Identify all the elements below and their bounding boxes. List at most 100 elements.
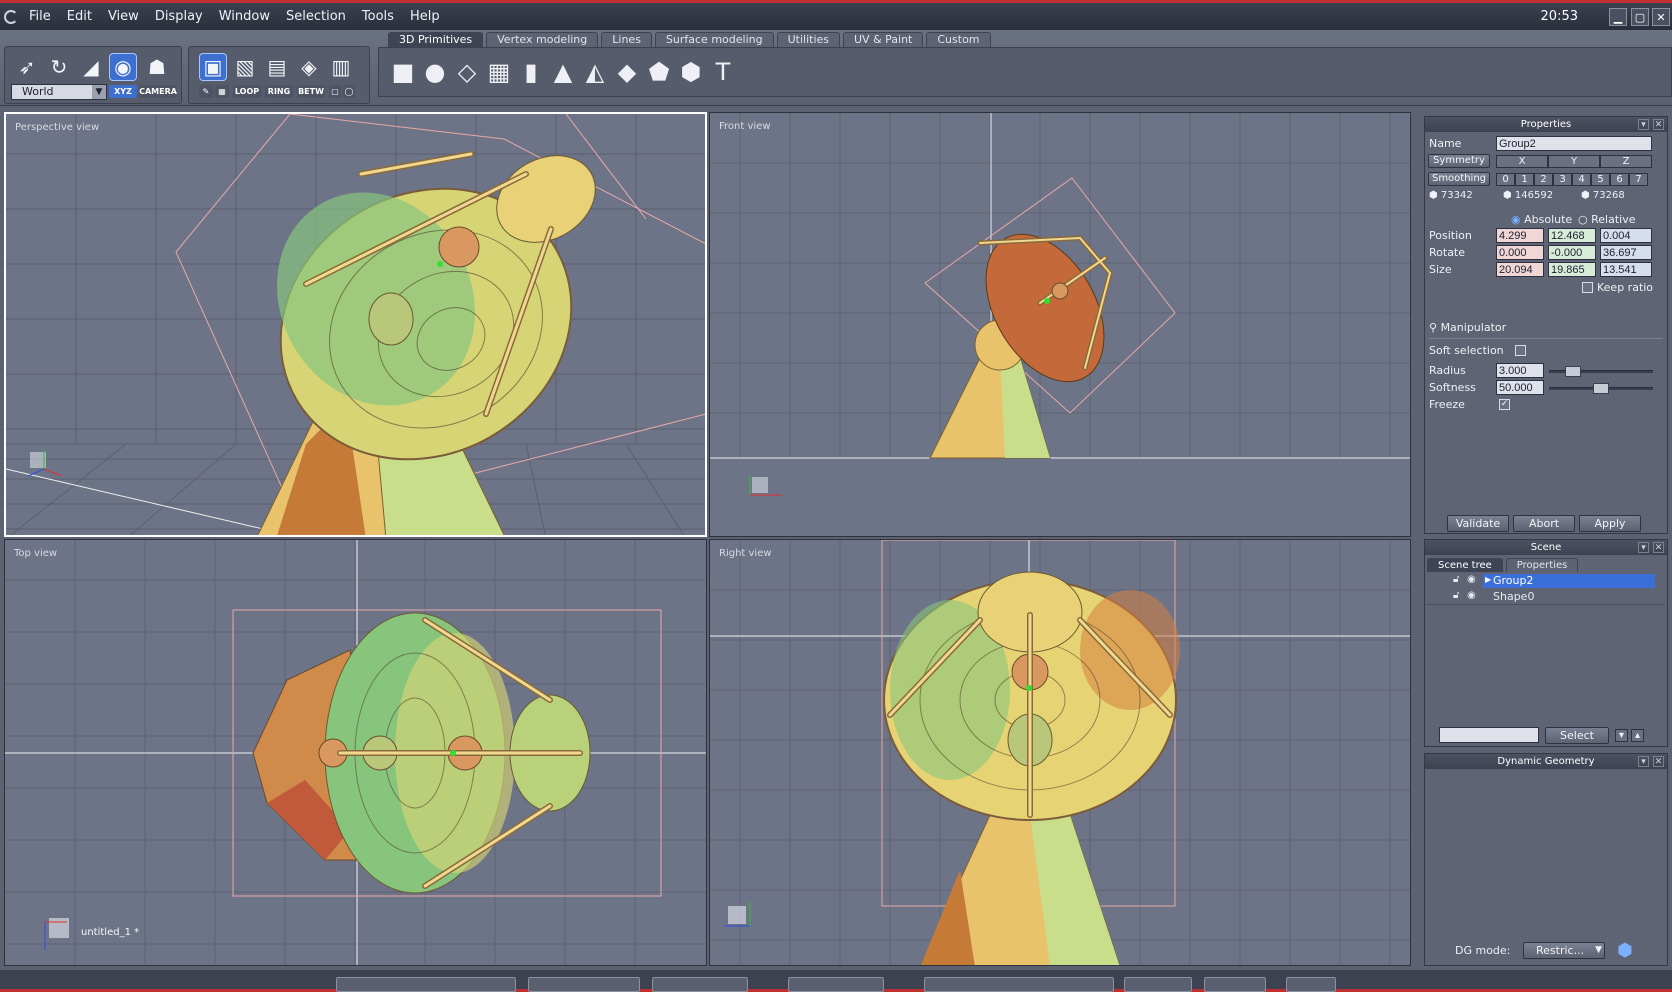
rotate-tool-icon[interactable]: ↻ xyxy=(45,53,73,81)
softness-field[interactable] xyxy=(1496,380,1544,395)
object-select-icon[interactable]: ▣ xyxy=(199,53,227,81)
ring-select-button[interactable]: RING xyxy=(265,85,293,98)
menu-help[interactable]: Help xyxy=(405,9,445,24)
collapse-icon[interactable]: ▾ xyxy=(1638,542,1649,553)
dg-mode-select[interactable]: Restric... ▼ xyxy=(1523,942,1605,959)
close-icon[interactable]: ✕ xyxy=(1653,542,1664,553)
smoothing-level-0[interactable]: 0 xyxy=(1496,173,1515,186)
select-arrow-icon[interactable]: ➶ xyxy=(13,53,41,81)
eye-icon[interactable]: ◉ xyxy=(1467,590,1476,601)
scene-search-input[interactable] xyxy=(1439,727,1539,743)
size-z-field[interactable] xyxy=(1600,262,1652,277)
symmetry-z-toggle[interactable]: Z xyxy=(1600,155,1652,168)
scroll-down-icon[interactable]: ▾ xyxy=(1615,729,1628,742)
smoothing-level-1[interactable]: 1 xyxy=(1515,173,1534,186)
geosphere-icon[interactable]: ⬢ xyxy=(677,58,705,86)
soft-selection-tool-icon[interactable]: ☗ xyxy=(143,53,171,81)
validate-button[interactable]: Validate xyxy=(1447,515,1509,532)
display-mode-buttons[interactable] xyxy=(528,977,640,992)
symmetry-x-toggle[interactable]: X xyxy=(1496,155,1548,168)
edge-select-icon[interactable]: ▤ xyxy=(263,53,291,81)
symmetry-button[interactable]: Symmetry xyxy=(1428,154,1490,168)
tab-vertex-modeling[interactable]: Vertex modeling xyxy=(486,32,599,47)
loop-select-button[interactable]: LOOP xyxy=(233,85,261,98)
sphere-icon[interactable]: ● xyxy=(421,58,449,86)
dg-cube-icon[interactable]: ⬢ xyxy=(1617,940,1633,961)
menu-edit[interactable]: Edit xyxy=(62,9,97,24)
snap-buttons[interactable] xyxy=(652,977,748,992)
smoothing-level-7[interactable]: 7 xyxy=(1629,173,1648,186)
freeze-checkbox[interactable]: ✓ xyxy=(1499,399,1510,410)
cube-icon[interactable]: ■ xyxy=(389,58,417,86)
face-select-icon[interactable]: ▧ xyxy=(231,53,259,81)
top-viewport[interactable]: Top view untitled_1 * xyxy=(4,539,707,966)
radius-slider-knob[interactable] xyxy=(1565,366,1581,377)
menu-display[interactable]: Display xyxy=(150,9,208,24)
scene-item-group2[interactable]: 🔓︎ ◉ Group2 ▶ xyxy=(1427,573,1665,589)
scene-item-shape0[interactable]: 🔓︎ ◉ Shape0 xyxy=(1427,589,1665,605)
dodecahedron-icon[interactable]: ⬟ xyxy=(645,58,673,86)
eye-icon[interactable]: ◉ xyxy=(1467,574,1476,585)
material-buttons[interactable] xyxy=(1204,977,1266,992)
rect-select-icon[interactable]: ▢ xyxy=(329,85,341,98)
softness-slider[interactable] xyxy=(1549,383,1653,394)
keep-ratio-checkbox[interactable] xyxy=(1582,282,1593,293)
soft-selection-checkbox[interactable] xyxy=(1515,345,1526,356)
coord-space-select[interactable]: World ▼ xyxy=(11,84,107,100)
position-y-field[interactable] xyxy=(1548,228,1596,243)
cone-icon[interactable]: ▲ xyxy=(549,58,577,86)
universal-manipulator-icon[interactable]: ◉ xyxy=(109,53,137,81)
menu-window[interactable]: Window xyxy=(214,9,275,24)
symmetry-y-toggle[interactable]: Y xyxy=(1548,155,1600,168)
radius-field[interactable] xyxy=(1496,363,1544,378)
tab-uv-paint[interactable]: UV & Paint xyxy=(843,32,924,47)
grid-plane-icon[interactable]: ▦ xyxy=(485,58,513,86)
apply-button[interactable]: Apply xyxy=(1579,515,1641,532)
absolute-radio[interactable]: ◉ Absolute xyxy=(1511,213,1572,226)
menu-selection[interactable]: Selection xyxy=(281,9,351,24)
tab-utilities[interactable]: Utilities xyxy=(776,32,840,47)
brush-select-icon[interactable]: ▦ xyxy=(215,85,229,98)
softness-slider-knob[interactable] xyxy=(1593,383,1609,394)
rotate-z-field[interactable] xyxy=(1600,245,1652,260)
between-select-button[interactable]: BETW xyxy=(297,85,325,98)
lock-icon[interactable]: 🔓︎ xyxy=(1453,590,1459,601)
rotate-x-field[interactable] xyxy=(1496,245,1544,260)
text-icon[interactable]: T xyxy=(709,58,737,86)
view-layout-buttons[interactable] xyxy=(336,977,516,992)
right-viewport[interactable]: Right view xyxy=(709,539,1411,966)
abort-button[interactable]: Abort xyxy=(1513,515,1575,532)
smoothing-level-3[interactable]: 3 xyxy=(1553,173,1572,186)
vertex-select-icon[interactable]: ◈ xyxy=(295,53,323,81)
tab-scene-tree[interactable]: Scene tree xyxy=(1427,558,1503,572)
smoothing-level-2[interactable]: 2 xyxy=(1534,173,1553,186)
xyz-toggle[interactable]: XYZ xyxy=(109,85,137,98)
menu-view[interactable]: View xyxy=(103,9,144,24)
minimize-icon[interactable]: ▁ xyxy=(1609,8,1627,26)
lasso-select-icon[interactable]: ◯ xyxy=(343,85,355,98)
pen-select-icon[interactable]: ✎ xyxy=(199,85,213,98)
close-icon[interactable]: ✕ xyxy=(1653,119,1664,130)
scale-tool-icon[interactable]: ◢ xyxy=(77,53,105,81)
plane-icon[interactable]: ◇ xyxy=(453,58,481,86)
menu-tools[interactable]: Tools xyxy=(357,9,399,24)
render-mode-buttons[interactable] xyxy=(924,977,1114,992)
maximize-icon[interactable]: ▢ xyxy=(1631,8,1649,26)
smoothing-level-6[interactable]: 6 xyxy=(1610,173,1629,186)
radius-slider[interactable] xyxy=(1549,366,1653,377)
relative-radio[interactable]: ○ Relative xyxy=(1578,213,1635,226)
lighting-buttons[interactable] xyxy=(1124,977,1192,992)
tab-custom[interactable]: Custom xyxy=(926,32,991,47)
perspective-viewport[interactable]: Perspective view xyxy=(4,112,707,537)
size-x-field[interactable] xyxy=(1496,262,1544,277)
position-x-field[interactable] xyxy=(1496,228,1544,243)
misc-buttons[interactable] xyxy=(1286,977,1336,992)
smoothing-level-5[interactable]: 5 xyxy=(1591,173,1610,186)
tab-scene-properties[interactable]: Properties xyxy=(1505,558,1579,572)
shape-select-icon[interactable]: ▥ xyxy=(327,53,355,81)
camera-toggle[interactable]: CAMERA xyxy=(139,85,177,98)
name-field[interactable] xyxy=(1496,136,1652,151)
close-icon[interactable]: ✕ xyxy=(1653,756,1664,767)
lock-icon[interactable]: 🔓︎ xyxy=(1453,574,1459,585)
tab-surface-modeling[interactable]: Surface modeling xyxy=(654,32,774,47)
